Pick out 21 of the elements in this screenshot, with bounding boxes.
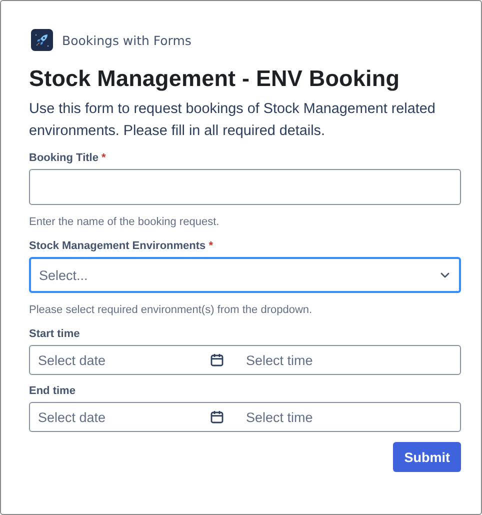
select-dropdown[interactable]: Select... — [29, 257, 461, 293]
field-label: Start time — [29, 328, 81, 340]
field-label: End time — [29, 385, 76, 397]
app-name: Bookings with Forms — [62, 32, 192, 48]
calendar-icon[interactable] — [210, 353, 224, 367]
form-title: Stock Management - ENV Booking — [29, 66, 401, 92]
rocket-icon — [31, 29, 53, 51]
submit-button[interactable]: Submit — [393, 442, 461, 472]
date-input[interactable]: Select date — [38, 410, 210, 424]
datetime-field[interactable]: Select date Select time — [29, 345, 461, 375]
field-label: Stock Management Environments * — [29, 240, 214, 252]
datetime-field[interactable]: Select date Select time — [29, 402, 461, 432]
time-input[interactable]: Select time — [246, 352, 396, 368]
date-input[interactable]: Select date — [38, 352, 210, 368]
calendar-icon[interactable] — [210, 410, 224, 424]
time-input[interactable]: Select time — [246, 410, 396, 424]
field-label: Booking Title * — [29, 152, 107, 164]
text-field[interactable] — [29, 169, 461, 205]
helper-text: Please select required environment(s) from the dropdown. — [29, 304, 314, 316]
helper-text: Enter the name of the booking request. — [29, 216, 220, 228]
form-description: Use this form to request bookings of Stock Management related environments. Please fill in all required details. — [29, 100, 436, 141]
